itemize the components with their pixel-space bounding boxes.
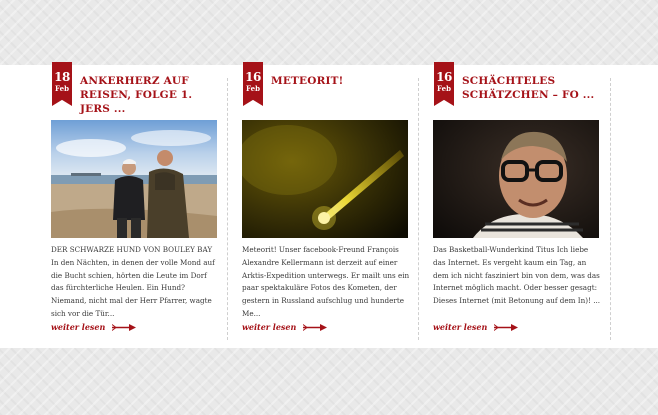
post-excerpt: Meteorit! Unser facebook-Freund François…: [242, 245, 410, 318]
blog-post-card: 16 Feb Schächteles Schätzchen – Fo ...: [432, 62, 604, 348]
post-image-meteor[interactable]: [242, 120, 408, 238]
date-day: 16: [245, 70, 261, 84]
column-divider: [418, 78, 419, 340]
read-more-label: weiter lesen: [433, 322, 488, 332]
post-excerpt: Das Basketball-Wunderkind Titus Ich lieb…: [433, 245, 601, 306]
arrow-right-icon: [494, 323, 519, 331]
date-ribbon: 16 Feb: [243, 62, 263, 106]
read-more-link[interactable]: weiter lesen: [51, 322, 137, 332]
column-divider: [610, 78, 611, 340]
post-title[interactable]: Meteorit!: [271, 74, 413, 88]
date-month: Feb: [437, 84, 451, 93]
date-ribbon: 16 Feb: [434, 62, 454, 106]
date-month: Feb: [246, 84, 260, 93]
post-title[interactable]: Ankerherz auf Reisen, Folge 1. Jers ...: [80, 74, 222, 116]
blog-post-card: 16 Feb Meteorit! Meteo: [241, 62, 413, 348]
post-image-beach[interactable]: [51, 120, 217, 238]
read-more-label: weiter lesen: [51, 322, 106, 332]
read-more-link[interactable]: weiter lesen: [433, 322, 519, 332]
post-title[interactable]: Schächteles Schätzchen – Fo ...: [462, 74, 604, 102]
arrow-right-icon: [112, 323, 137, 331]
post-image-portrait[interactable]: [433, 120, 599, 238]
date-ribbon: 18 Feb: [52, 62, 72, 106]
date-month: Feb: [55, 84, 69, 93]
blog-post-card: 18 Feb Ankerherz auf Reisen, Folge 1. Je…: [50, 62, 222, 348]
read-more-link[interactable]: weiter lesen: [242, 322, 328, 332]
date-day: 18: [54, 70, 70, 84]
date-day: 16: [436, 70, 452, 84]
read-more-label: weiter lesen: [242, 322, 297, 332]
column-divider: [227, 78, 228, 340]
arrow-right-icon: [303, 323, 328, 331]
post-excerpt: DER SCHWARZE HUND VON BOULEY BAY In den …: [51, 245, 215, 318]
